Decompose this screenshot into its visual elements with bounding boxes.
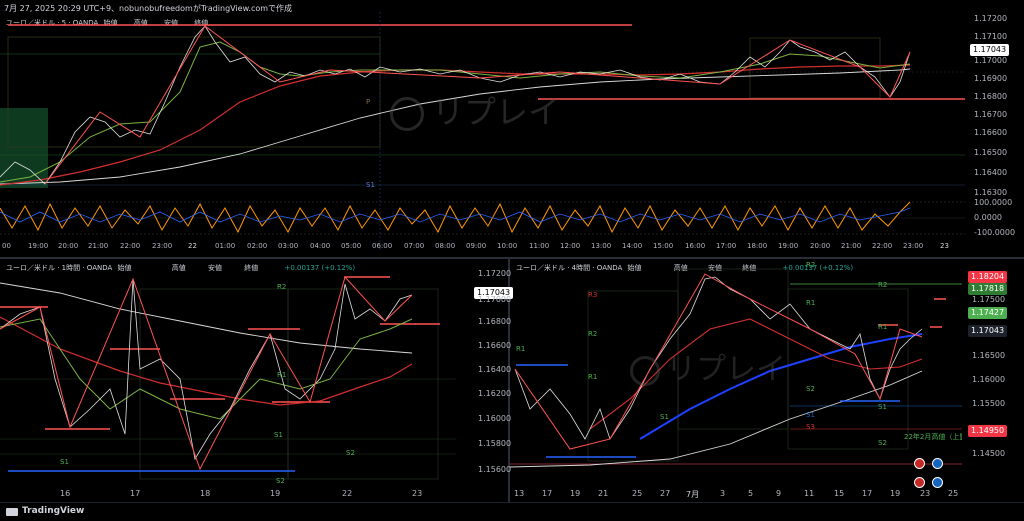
bl-s1b: S1 bbox=[274, 431, 283, 439]
br-r3: R3 bbox=[588, 291, 597, 299]
br-r1b: R1 bbox=[516, 345, 525, 353]
top-p-label: P bbox=[366, 98, 370, 106]
br-s1b: S1 bbox=[806, 411, 815, 419]
bl-s2a: S2 bbox=[276, 477, 285, 485]
br-s2b: S2 bbox=[878, 439, 887, 447]
top-watermark: リプレイ bbox=[390, 87, 560, 133]
br-r2c: R2 bbox=[878, 281, 887, 289]
br-s2: S2 bbox=[806, 385, 815, 393]
br-time-axis[interactable]: 13 17 19 21 25 27 7月 3 5 9 11 15 17 19 2… bbox=[510, 489, 962, 501]
flag-icon[interactable] bbox=[914, 477, 925, 488]
bl-s1a: S1 bbox=[60, 458, 69, 466]
bl-price-chart[interactable]: R2 R1 S1 S1 S2 S2 bbox=[0, 259, 456, 487]
br-s1: S1 bbox=[660, 413, 669, 421]
br-watermark: リプレイ bbox=[630, 344, 786, 388]
br-s3: S3 bbox=[806, 423, 815, 431]
br-note: 22年2月高値（上髭） bbox=[904, 432, 962, 441]
flag-icon[interactable] bbox=[914, 458, 925, 469]
bl-time-axis[interactable]: 16 17 18 19 22 23 bbox=[0, 489, 456, 501]
top-current-price-tag: 1.17043 bbox=[970, 44, 1010, 56]
bl-s2b: S2 bbox=[346, 449, 355, 457]
top-oscillator[interactable] bbox=[0, 198, 965, 238]
br-s1c: S1 bbox=[878, 403, 887, 411]
tradingview-logo-icon bbox=[6, 508, 18, 516]
br-r1d: R1 bbox=[878, 323, 887, 331]
br-tag-4: 1.17043 bbox=[968, 325, 1008, 337]
br-tag-2: 1.17818 bbox=[968, 283, 1008, 295]
footer-brand[interactable]: TradingView bbox=[22, 506, 84, 516]
br-event-icons[interactable] bbox=[914, 454, 962, 488]
br-r1c: R1 bbox=[806, 299, 815, 307]
top-s1-label: S1 bbox=[366, 181, 375, 189]
top-time-axis[interactable]: 00 19:00 20:00 21:00 22:00 23:00 22 01:0… bbox=[0, 242, 965, 254]
footer-bar: TradingView bbox=[0, 502, 1024, 521]
br-r2b: R2 bbox=[806, 261, 815, 269]
top-chart-panel: ユーロ／米ドル · 5 · OANDA 始値 高値 安値 終値 S1 P リプレ… bbox=[0, 12, 1024, 257]
bl-r2: R2 bbox=[277, 283, 286, 291]
bl-price-axis[interactable]: 1.17200 1.17043 1.17000 1.16800 1.16600 … bbox=[470, 259, 514, 487]
bottom-left-panel: ユーロ／米ドル · 1時間 · OANDA 始値 高値 安値 終値 +0.001… bbox=[0, 259, 514, 502]
oscillator-axis: 100.0000 0.0000 -100.0000 bbox=[974, 198, 1016, 237]
br-r2: R2 bbox=[588, 330, 597, 338]
br-r1: R1 bbox=[588, 373, 597, 381]
br-tag-3: 1.17427 bbox=[968, 307, 1008, 319]
br-tag-1: 1.18204 bbox=[968, 271, 1008, 283]
bottom-right-panel: ユーロ／米ドル · 4時間 · OANDA 始値 高値 安値 終値 +0.001… bbox=[510, 259, 1024, 502]
br-tag-5: 1.14950 bbox=[968, 425, 1008, 437]
bl-r1: R1 bbox=[277, 371, 286, 379]
br-price-axis[interactable]: 1.18204 1.17818 1.17500 1.17427 1.17043 … bbox=[966, 259, 1024, 487]
replay-icon bbox=[630, 355, 660, 386]
replay-icon bbox=[390, 97, 424, 131]
